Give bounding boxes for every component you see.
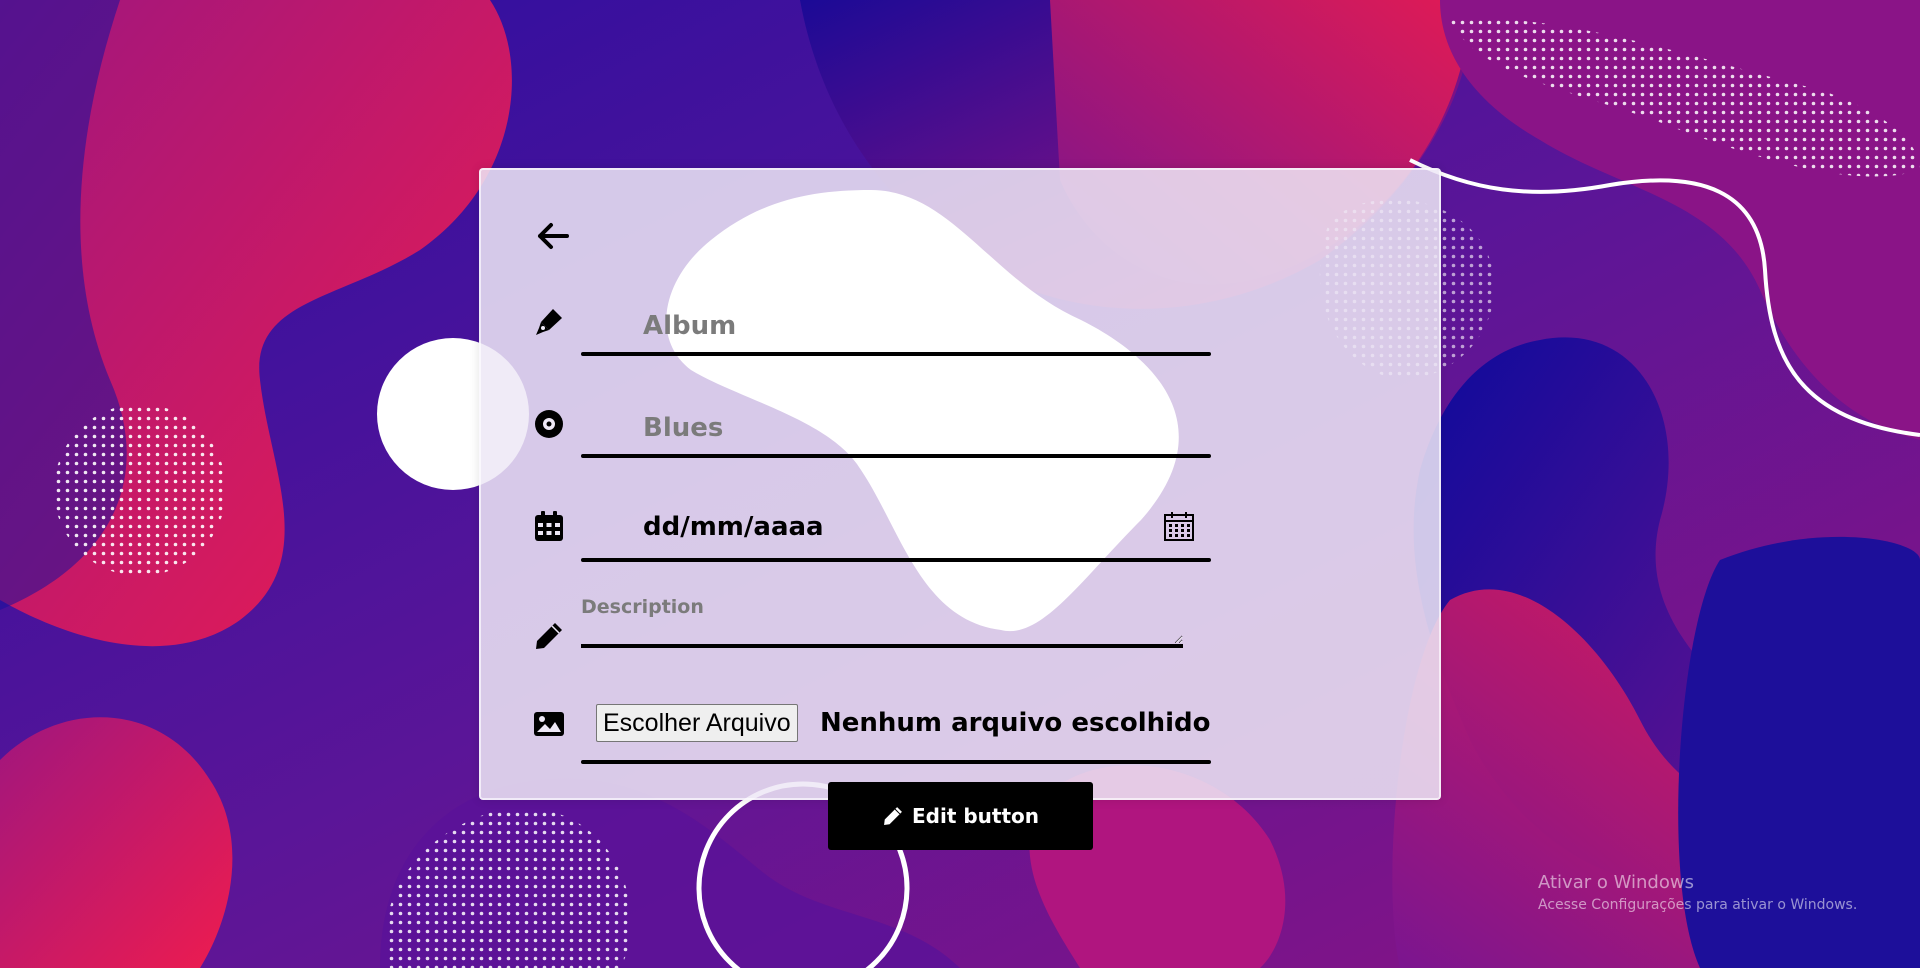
watermark-title: Ativar o Windows — [1538, 872, 1694, 893]
album-row — [531, 300, 1243, 360]
date-input[interactable]: dd/mm/aaaa — [643, 512, 824, 542]
edit-button-label: Edit button — [911, 804, 1039, 828]
album-input[interactable] — [643, 306, 1243, 346]
date-underline — [581, 558, 1211, 562]
genre-row — [531, 402, 1243, 462]
file-status-text: Nenhum arquivo escolhido — [820, 708, 1211, 738]
windows-activation-watermark: Ativar o Windows Acesse Configurações pa… — [1538, 872, 1857, 913]
genre-input[interactable] — [643, 408, 1243, 448]
genre-underline — [581, 454, 1211, 458]
image-row: Escolher Arquivo Nenhum arquivo escolhid… — [531, 696, 1231, 776]
date-row: dd/mm/aaaa — [531, 504, 1231, 564]
description-textarea[interactable] — [581, 596, 1183, 648]
form-panel: dd/mm/aaaa — [479, 168, 1441, 800]
pencil-icon — [531, 618, 567, 654]
edit-button[interactable]: Edit button — [828, 782, 1093, 850]
pencil-icon — [884, 807, 902, 825]
description-row — [531, 596, 1231, 676]
choose-file-button[interactable]: Escolher Arquivo — [596, 704, 798, 742]
back-button[interactable] — [533, 216, 573, 256]
album-underline — [581, 352, 1211, 356]
watermark-subtitle: Acesse Configurações para ativar o Windo… — [1538, 897, 1858, 913]
calendar-icon — [531, 508, 567, 544]
calendar-picker-icon[interactable] — [1163, 510, 1195, 547]
compact-disc-icon — [531, 406, 567, 442]
image-icon — [531, 706, 567, 742]
arrow-left-icon — [538, 223, 569, 249]
pen-fancy-icon — [531, 304, 567, 340]
image-underline — [581, 760, 1211, 764]
